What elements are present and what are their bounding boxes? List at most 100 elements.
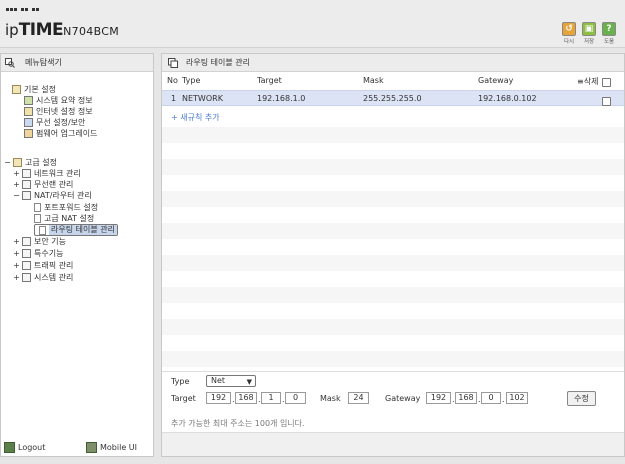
tree-item-network[interactable]: + 네트워크 관리 [13,168,81,178]
tree-label: 펌웨어 업그레이드 [36,128,98,138]
menu-explorer: 메뉴탐색기 기본 설정 시스템 요약 정보 인터넷 설정 정보 무선 설정/보안… [0,53,154,457]
logo-model: N704BCM [63,25,120,38]
chart-icon [24,95,33,105]
target-label: Target [171,394,196,403]
empty-row [162,223,624,239]
logout-icon [4,441,15,453]
add-new-rule-link[interactable]: + 새규칙 추가 [171,112,220,123]
menu-explorer-label: 메뉴탐색기 [25,58,62,67]
target-octet-1[interactable]: 192 [206,392,231,404]
mobile-ui-button[interactable]: Mobile UI [86,441,137,453]
expand-icon[interactable]: + [13,249,20,258]
mask-label: Mask [320,394,341,403]
table-row[interactable]: 1 NETWORK 192.168.1.0 255.255.255.0 192.… [162,90,624,106]
help-label: 도움 [603,39,615,45]
logo-ip: ip [5,21,19,39]
special-icon [22,248,31,258]
save-button[interactable]: ▣ 저장 [581,22,597,45]
expand-icon[interactable]: + [13,273,20,282]
wireless-icon [22,179,31,189]
gateway-octet-4[interactable]: 102 [506,392,528,404]
restart-label: 다시 [563,39,575,45]
tree-label: NAT/라우터 관리 [34,190,92,200]
logout-label: Logout [18,442,46,452]
target-octet-3[interactable]: 1 [261,392,281,404]
col-delete: ≡삭제 [577,77,599,86]
main-panel-title: 라우팅 테이블 관리 [162,54,624,72]
gateway-octet-2[interactable]: 168 [455,392,477,404]
col-delete-label: 삭제 [583,77,599,86]
tree-label: 특수기능 [34,248,64,258]
row-gateway: 192.168.0.102 [478,94,537,103]
tree-item-system-summary[interactable]: 시스템 요약 정보 [24,95,93,105]
network-icon [22,168,31,178]
collapse-icon[interactable]: − [4,158,11,167]
iptime-logo: ipTIMEN704BCM [5,20,119,40]
main-panel: 라우팅 테이블 관리 No Type Target Mask Gateway ≡… [161,53,625,457]
gateway-octet-1[interactable]: 192 [426,392,451,404]
mask-input[interactable]: 24 [348,392,369,404]
expand-icon[interactable]: + [13,261,20,270]
logout-button[interactable]: Logout [4,441,46,453]
edit-button[interactable]: 수정 [567,391,596,406]
empty-row [162,159,624,175]
empty-row [162,255,624,271]
expand-icon[interactable]: + [13,237,20,246]
type-select-value: Net [211,376,226,385]
help-icon: ? [602,22,616,36]
empty-row [162,191,624,207]
tree-item-special[interactable]: + 특수기능 [13,248,63,258]
tree-item-nat-router[interactable]: − NAT/라우터 관리 [13,190,92,200]
restart-button[interactable]: ↺ 다시 [561,22,577,45]
col-gateway: Gateway [478,76,514,85]
col-mask: Mask [363,76,384,85]
tree-label: 네트워크 관리 [34,168,81,178]
col-type: Type [182,76,201,85]
target-octet-4[interactable]: 0 [285,392,306,404]
tree-label: 포트포워드 설정 [44,202,99,212]
collapse-icon[interactable]: − [13,191,20,200]
firmware-icon [24,128,33,138]
mobile-ui-label: Mobile UI [100,442,137,452]
internet-icon [24,106,33,116]
tree-item-firmware-upgrade[interactable]: 펌웨어 업그레이드 [24,128,97,138]
target-octet-2[interactable]: 168 [235,392,257,404]
tree-label: 인터넷 설정 정보 [36,106,93,116]
gateway-octet-3[interactable]: 0 [481,392,501,404]
expand-icon[interactable]: + [13,169,20,178]
type-select[interactable]: Net ▼ [206,375,256,387]
tree-item-port-forward[interactable]: 포트포워드 설정 [34,202,98,212]
tree-item-traffic[interactable]: + 트래픽 관리 [13,260,73,270]
gateway-label: Gateway [385,394,421,403]
page-title: 라우팅 테이블 관리 [186,58,250,67]
restart-icon: ↺ [562,22,576,36]
tree-item-security[interactable]: + 보안 기능 [13,236,66,246]
panel-bottom-strip [162,432,624,456]
col-target: Target [257,76,282,85]
wireless-icon [24,117,33,127]
header-buttons: ↺ 다시 ▣ 저장 ? 도움 [561,22,617,45]
tree-item-system[interactable]: + 시스템 관리 [13,272,73,282]
tree-basic-settings[interactable]: 기본 설정 [12,84,56,94]
page-icon [39,225,46,235]
tree-label: 라우팅 테이블 관리 [49,225,117,235]
tree-advanced-settings[interactable]: − 고급 설정 [4,157,57,167]
lock-icon [22,236,31,246]
row-mask: 255.255.255.0 [363,94,422,103]
tree-item-advanced-nat[interactable]: 고급 NAT 설정 [34,213,94,223]
chevron-down-icon: ▼ [246,378,252,386]
page-icon [34,202,41,212]
row-type: NETWORK [182,94,223,103]
expand-icon[interactable]: + [13,180,20,189]
tree-item-wireless[interactable]: + 무선랜 관리 [13,179,73,189]
tree-label: 무선랜 관리 [34,179,74,189]
menu-explorer-title: 메뉴탐색기 [1,54,153,72]
tree-item-wireless-security[interactable]: 무선 설정/보안 [24,117,85,127]
empty-row [162,319,624,335]
tree-item-internet-info[interactable]: 인터넷 설정 정보 [24,106,93,116]
sidebar-footer: Logout Mobile UI [1,438,153,456]
help-button[interactable]: ? 도움 [601,22,617,45]
tree-item-routing-table[interactable]: 라우팅 테이블 관리 [34,224,118,236]
tree-label: 무선 설정/보안 [36,117,86,127]
tree-label: 시스템 요약 정보 [36,95,93,105]
